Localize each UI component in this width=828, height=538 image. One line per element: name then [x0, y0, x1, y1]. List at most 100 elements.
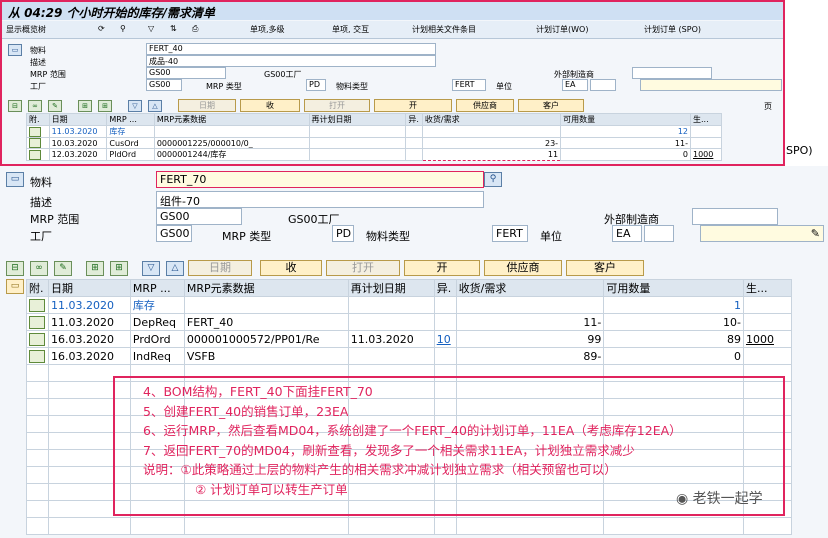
col-reschedule-date[interactable]: 再计划日期: [308, 113, 407, 126]
unit-label: 单位: [540, 230, 562, 243]
background-window-text: SPO): [786, 144, 813, 157]
find-icon[interactable]: ⚲: [120, 24, 126, 33]
edit-icon[interactable]: ✎: [54, 261, 72, 276]
col-receipt-req[interactable]: 收货/需求: [421, 113, 562, 126]
col-exception[interactable]: 异.: [433, 279, 457, 297]
open-button[interactable]: 打开: [304, 99, 370, 112]
tb-planned-order-wo[interactable]: 计划订单(WO): [536, 24, 588, 35]
details-icon[interactable]: [29, 126, 41, 137]
top-table-header: 附. 日期 MRP ... MRP元素数据 再计划日期 异. 收货/需求 可用数…: [26, 113, 722, 126]
material-field[interactable]: FERT_70: [156, 171, 484, 188]
folder-icon[interactable]: ▭: [6, 279, 24, 294]
tb-planned-order-spo[interactable]: 计划订单 (SPO): [644, 24, 701, 35]
col-attach[interactable]: 附.: [26, 279, 49, 297]
col-date[interactable]: 日期: [47, 279, 131, 297]
table-row[interactable]: 11.03.2020 库存 12: [26, 125, 722, 138]
tb-overview-tree[interactable]: 显示概览树: [6, 24, 46, 35]
scroll-down-icon[interactable]: ▽: [128, 100, 142, 112]
scroll-down-icon[interactable]: ▽: [142, 261, 160, 276]
sort-icon[interactable]: ⇅: [170, 24, 177, 33]
mrp-type-label: MRP 类型: [222, 230, 272, 243]
col-mrp-element-data[interactable]: MRP元素数据: [153, 113, 310, 126]
col-date[interactable]: 日期: [48, 113, 108, 126]
tb-single-multi[interactable]: 单项,多级: [250, 24, 285, 35]
col-available-qty[interactable]: 可用数量: [603, 279, 744, 297]
col-available-qty[interactable]: 可用数量: [560, 113, 691, 126]
mrp-area-label: MRP 范围: [30, 213, 80, 226]
open-button[interactable]: 打开: [326, 260, 400, 276]
tb-plan-file-entry[interactable]: 计划相关文件条目: [412, 24, 476, 35]
date-button[interactable]: 日期: [178, 99, 236, 112]
col-exception[interactable]: 异.: [405, 113, 423, 126]
refresh-icon[interactable]: ⟳: [98, 24, 105, 33]
mat-type-label: 物料类型: [366, 230, 410, 243]
table-row[interactable]: 11.03.2020 库存 1: [26, 296, 793, 314]
row-prod[interactable]: 1000: [742, 330, 793, 348]
details-icon[interactable]: [29, 332, 45, 346]
table-row[interactable]: 16.03.2020 PrdOrd 000001000572/PP01/Re 1…: [26, 330, 793, 348]
col-prod[interactable]: 生...: [742, 279, 793, 297]
tree2-icon[interactable]: ⊞: [110, 261, 128, 276]
customer-button[interactable]: 客户: [518, 99, 584, 112]
material-icon: ▭: [6, 172, 24, 187]
unit-field-extra: [644, 225, 674, 242]
date-button[interactable]: 日期: [188, 260, 252, 276]
scroll-up-icon[interactable]: △: [166, 261, 184, 276]
row-date: 12.03.2020: [48, 148, 108, 161]
on-button[interactable]: 开: [404, 260, 480, 276]
col-receipt-req[interactable]: 收货/需求: [455, 279, 605, 297]
expand-icon[interactable]: ⊟: [6, 261, 24, 276]
header-details-button[interactable]: ✎: [700, 225, 824, 242]
table-row[interactable]: 12.03.2020 PldOrd 0000001244/库存 11 0 100…: [26, 148, 722, 161]
print-icon[interactable]: ⎙: [192, 24, 198, 34]
unit-label: 单位: [496, 82, 512, 91]
filter-icon[interactable]: ▽: [148, 24, 154, 33]
row-prod: [690, 137, 722, 149]
receipt-button[interactable]: 收: [260, 260, 322, 276]
details-icon[interactable]: [29, 349, 45, 363]
row-exception[interactable]: 10: [433, 330, 457, 348]
col-mrp-element[interactable]: MRP ...: [106, 113, 155, 126]
col-mrp-element[interactable]: MRP ...: [129, 279, 185, 297]
row-exception: [433, 313, 457, 331]
search-icon[interactable]: ⚲: [484, 172, 502, 187]
details-icon[interactable]: [29, 298, 45, 312]
row-prod: [742, 313, 793, 331]
col-attach[interactable]: 附.: [26, 113, 50, 126]
material-field[interactable]: FERT_40: [146, 43, 436, 55]
row-prod[interactable]: 1000: [690, 148, 722, 161]
col-prod[interactable]: 生...: [690, 113, 722, 126]
material-icon: ▭: [8, 44, 22, 56]
row-date: 16.03.2020: [47, 330, 131, 348]
glasses-icon[interactable]: ∞: [28, 100, 42, 112]
table-row[interactable]: 11.03.2020 DepReq FERT_40 11- 10-: [26, 313, 793, 331]
mrp-area-plant: GS00工厂: [264, 70, 302, 79]
scroll-up-icon[interactable]: △: [148, 100, 162, 112]
row-qty[interactable]: 11: [421, 148, 562, 161]
vendor-button[interactable]: 供应商: [484, 260, 562, 276]
glasses-icon[interactable]: ∞: [30, 261, 48, 276]
col-reschedule-date[interactable]: 再计划日期: [347, 279, 435, 297]
edit-icon[interactable]: ✎: [48, 100, 62, 112]
on-button[interactable]: 开: [374, 99, 452, 112]
row-exception: [405, 148, 423, 161]
row-reschedule: [347, 347, 435, 365]
customer-button[interactable]: 客户: [566, 260, 644, 276]
application-toolbar: 显示概览树 ⟳ ⚲ ▽ ⇅ ⎙ 单项,多级 单项, 交互 计划相关文件条目 计划…: [2, 21, 783, 39]
tree-icon[interactable]: ⊞: [78, 100, 92, 112]
tree-icon[interactable]: ⊞: [86, 261, 104, 276]
row-qty: 89-: [455, 347, 605, 365]
details-icon[interactable]: [29, 315, 45, 329]
row-qty: 99: [455, 330, 605, 348]
table-row[interactable]: 10.03.2020 CusOrd 0000001225/000010/0_ 2…: [26, 137, 722, 149]
header-details-button[interactable]: [640, 79, 782, 91]
vendor-button[interactable]: 供应商: [456, 99, 514, 112]
details-icon[interactable]: [29, 138, 41, 148]
details-icon[interactable]: [29, 149, 41, 160]
table-row[interactable]: 16.03.2020 IndReq VSFB 89- 0: [26, 347, 793, 365]
expand-icon[interactable]: ⊟: [8, 100, 22, 112]
col-mrp-element-data[interactable]: MRP元素数据: [183, 279, 349, 297]
tree2-icon[interactable]: ⊞: [98, 100, 112, 112]
tb-single-interactive[interactable]: 单项, 交互: [332, 24, 369, 35]
receipt-button[interactable]: 收: [240, 99, 300, 112]
